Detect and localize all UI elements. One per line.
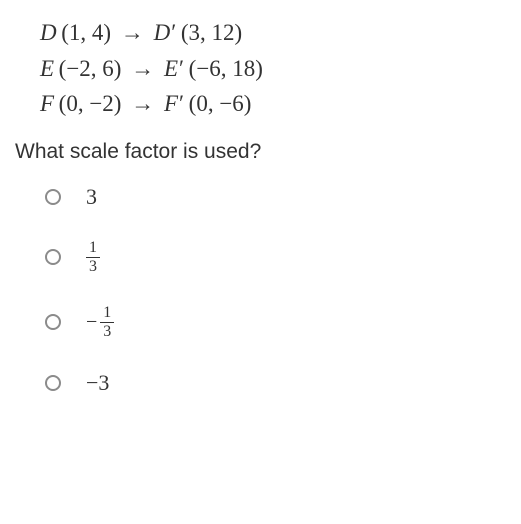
question-text: What scale factor is used? bbox=[10, 140, 511, 164]
radio-icon bbox=[45, 375, 61, 391]
option-d[interactable]: −3 bbox=[45, 370, 511, 396]
option-label: − 1 3 bbox=[86, 305, 114, 340]
arrow-icon: → bbox=[127, 56, 158, 81]
arrow-icon: → bbox=[117, 20, 148, 45]
option-label: 3 bbox=[86, 184, 97, 210]
option-b[interactable]: 1 3 bbox=[45, 240, 511, 275]
option-label: 1 3 bbox=[86, 240, 100, 275]
option-a[interactable]: 3 bbox=[45, 184, 511, 210]
radio-icon bbox=[45, 249, 61, 265]
transformation-row: D (1, 4) → D′ (3, 12) bbox=[40, 15, 511, 51]
option-label: −3 bbox=[86, 370, 109, 396]
radio-icon bbox=[45, 314, 61, 330]
transformation-row: E (−2, 6) → E′ (−6, 18) bbox=[40, 51, 511, 87]
transformation-list: D (1, 4) → D′ (3, 12) E (−2, 6) → E′ (−6… bbox=[10, 15, 511, 122]
option-c[interactable]: − 1 3 bbox=[45, 305, 511, 340]
radio-icon bbox=[45, 189, 61, 205]
options-group: 3 1 3 − 1 3 −3 bbox=[10, 184, 511, 396]
transformation-row: F (0, −2) → F′ (0, −6) bbox=[40, 86, 511, 122]
arrow-icon: → bbox=[127, 91, 158, 116]
